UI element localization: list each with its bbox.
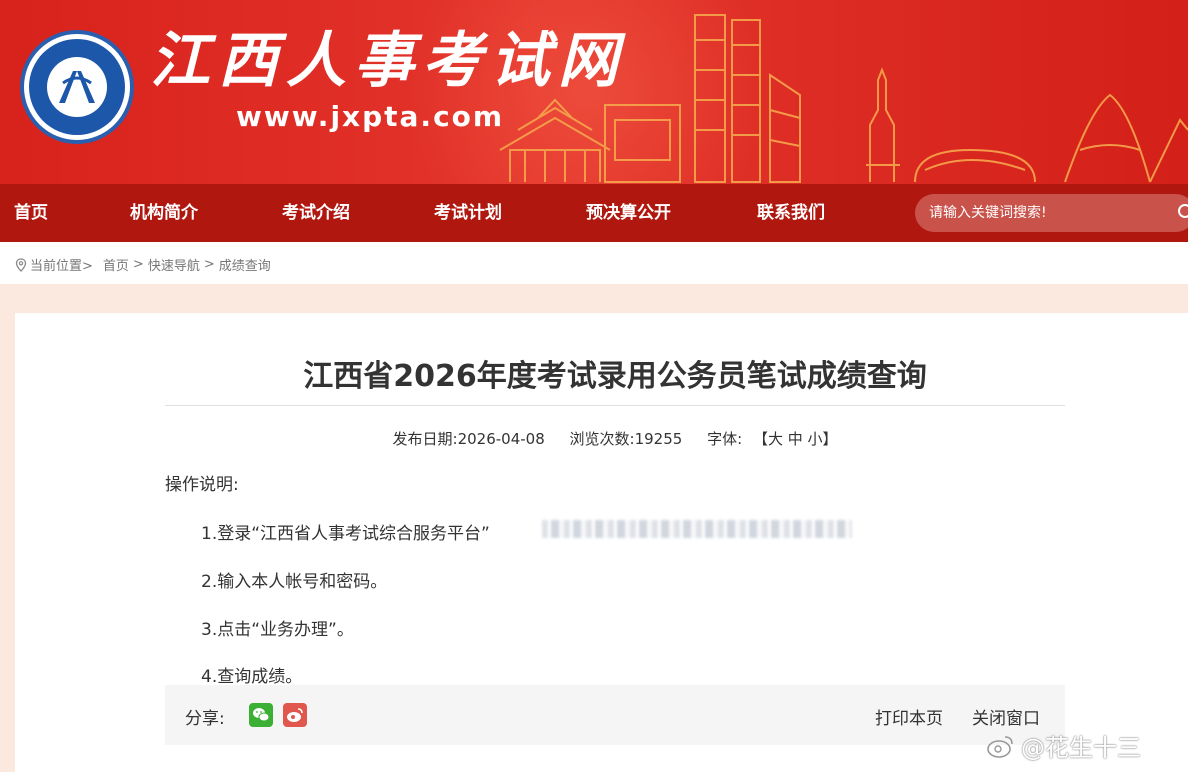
- breadcrumb-separator: >: [203, 257, 215, 272]
- share-label: 分享:: [185, 709, 225, 729]
- publish-date-label: 发布日期:: [392, 430, 458, 448]
- breadcrumb-prefix: 当前位置>: [30, 259, 93, 274]
- wechat-share-button[interactable]: [249, 703, 273, 727]
- site-url: www.jxpta.com: [236, 100, 505, 133]
- nav-item-exam-plan[interactable]: 考试计划: [434, 184, 502, 242]
- location-pin-icon: [15, 257, 27, 272]
- article-title: 江西省2026年度考试录用公务员笔试成绩查询: [303, 359, 927, 394]
- view-count-group: 浏览次数:19255: [570, 430, 688, 448]
- watermark: @花生十三: [985, 728, 1141, 763]
- breadcrumb-quick-nav[interactable]: 快速导航: [148, 255, 200, 274]
- title-divider: [165, 405, 1065, 406]
- instruction-step-4: 4.查询成绩。: [201, 667, 303, 687]
- weibo-share-button[interactable]: [283, 703, 307, 727]
- breadcrumb-separator: >: [132, 257, 144, 272]
- logo-emblem-icon: [59, 71, 95, 103]
- weibo-icon: [287, 708, 303, 722]
- publish-date-group: 发布日期:2026-04-08: [393, 430, 550, 448]
- breadcrumb: 当前位置> 首页 > 快速导航 > 成绩查询: [14, 255, 275, 274]
- logo-ring: [29, 39, 125, 135]
- site-logo[interactable]: [20, 30, 134, 144]
- instructions-heading: 操作说明:: [165, 475, 239, 495]
- instruction-step-1: 1.登录“江西省人事考试综合服务平台”: [201, 524, 490, 544]
- weibo-watermark-icon: [987, 735, 1013, 758]
- close-window-link[interactable]: 关闭窗口: [972, 704, 1040, 729]
- article-card: 江西省2026年度考试录用公务员笔试成绩查询 发布日期:2026-04-08 浏…: [15, 313, 1188, 772]
- view-count-label: 浏览次数:: [569, 430, 635, 448]
- nav-item-home[interactable]: 首页: [14, 184, 48, 242]
- font-size-label: 字体:: [707, 430, 743, 448]
- search-icon[interactable]: [1177, 203, 1188, 223]
- watermark-text: @花生十三: [1021, 734, 1141, 762]
- redacted-link[interactable]: [542, 520, 852, 538]
- font-size-group: 字体: 【大 中 小】: [707, 430, 837, 448]
- share-bar: 分享: 打印本页 关闭窗口: [165, 685, 1065, 745]
- wechat-icon: [253, 708, 270, 722]
- nav-item-about[interactable]: 机构简介: [130, 184, 198, 242]
- header-banner: 江西人事考试网 www.jxpta.com: [0, 0, 1188, 184]
- view-count: 19255: [634, 430, 683, 448]
- breadcrumb-home[interactable]: 首页: [103, 255, 129, 274]
- print-page-link[interactable]: 打印本页: [875, 704, 943, 729]
- main-nav: 首页 机构简介 考试介绍 考试计划 预决算公开 联系我们: [0, 184, 1188, 242]
- nav-item-budget[interactable]: 预决算公开: [586, 184, 671, 242]
- breadcrumb-score-query[interactable]: 成绩查询: [219, 255, 271, 274]
- search-input[interactable]: [929, 194, 1169, 232]
- instruction-step-2: 2.输入本人帐号和密码。: [201, 572, 388, 592]
- skyline-illustration: [499, 14, 1188, 183]
- instruction-step-3: 3.点击“业务办理”。: [201, 620, 354, 640]
- breadcrumb-bar: 当前位置> 首页 > 快速导航 > 成绩查询: [0, 242, 1188, 284]
- logo-emblem: [47, 57, 107, 117]
- publish-date: 2026-04-08: [457, 430, 545, 448]
- font-size-switcher[interactable]: 【大 中 小】: [753, 430, 838, 448]
- article-meta: 发布日期:2026-04-08 浏览次数:19255 字体: 【大 中 小】: [165, 428, 1065, 449]
- nav-item-exams[interactable]: 考试介绍: [282, 184, 350, 242]
- search-box: [915, 194, 1188, 232]
- nav-item-contact[interactable]: 联系我们: [757, 184, 825, 242]
